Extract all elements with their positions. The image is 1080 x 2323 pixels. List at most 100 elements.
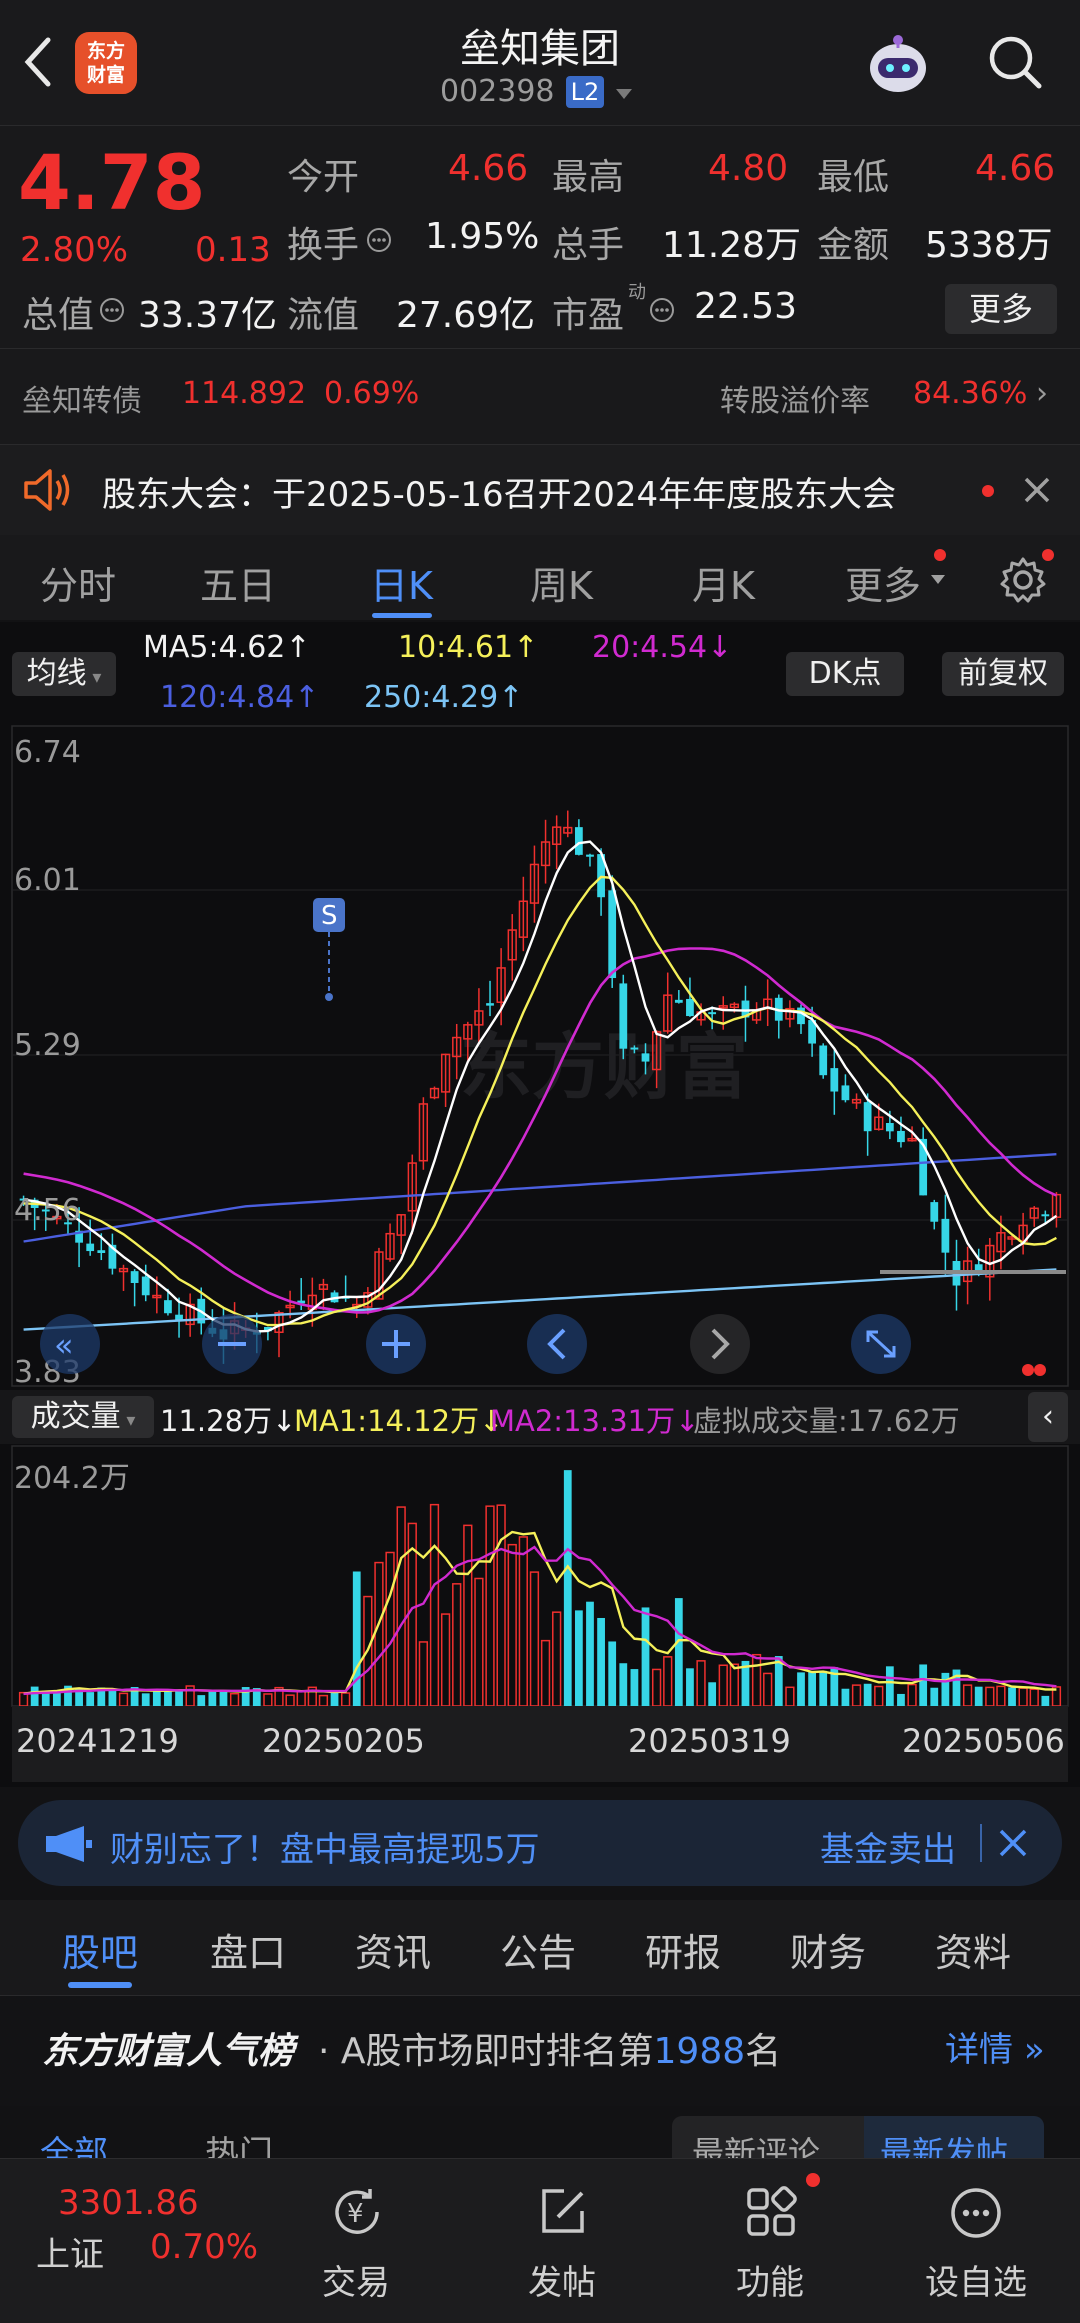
convertible-bond-price: 114.892 <box>182 376 307 411</box>
candle-body <box>619 983 628 1049</box>
candle-body <box>897 1130 905 1143</box>
announcement-bar[interactable]: 股东大会：于2025-05-16召开2024年年度股东大会 <box>0 444 1080 536</box>
promo-action[interactable]: 基金卖出 <box>820 1822 956 1871</box>
tab-forum[interactable]: 股吧 <box>62 1922 138 1977</box>
candle-body <box>941 1218 950 1253</box>
shrink-button[interactable] <box>202 1314 262 1374</box>
nav-add-watchlist[interactable]: 设自选 <box>906 2159 1046 2323</box>
volume-bar <box>874 1685 884 1707</box>
zoom-out-button[interactable]: « <box>40 1314 100 1374</box>
price-adjust-button[interactable]: 前复权 <box>942 652 1064 696</box>
tab-announcements[interactable]: 公告 <box>500 1922 576 1977</box>
volume-ma2: MA2:13.31万↓ <box>490 1404 700 1438</box>
date-tick: 20241219 <box>16 1722 179 1760</box>
index-ticker[interactable]: 3301.86 上证 0.70% <box>0 2159 280 2323</box>
dk-point-button[interactable]: DK点 <box>786 652 904 696</box>
search-icon[interactable] <box>985 32 1045 92</box>
volume-bar <box>686 1668 694 1706</box>
nav-functions[interactable]: 功能 <box>700 2159 840 2323</box>
tab-daily-k[interactable]: 日K <box>370 555 433 610</box>
nav-trade[interactable]: ¥ 交易 <box>286 2159 426 2323</box>
nav-label: 功能 <box>736 2263 804 2303</box>
rank-details-link[interactable]: 详情 » <box>945 2022 1045 2071</box>
float-cap-value: 27.69亿 <box>396 295 536 336</box>
level2-badge[interactable]: L2 <box>566 76 604 108</box>
volume-bar <box>696 1660 706 1707</box>
volume-indicator-selector[interactable]: 成交量 ▾ <box>12 1396 154 1438</box>
info-icon[interactable] <box>365 226 393 258</box>
candlestick-chart[interactable]: 东方财富 S 6.74 6.01 5.29 4.56 3.83 « <box>0 722 1080 1392</box>
candle-body <box>141 1276 150 1296</box>
candle-body <box>930 1202 939 1222</box>
volume-bar <box>763 1672 773 1707</box>
volume-bar <box>851 1684 862 1707</box>
candle-body <box>586 854 594 857</box>
fullscreen-icon[interactable] <box>851 1314 911 1374</box>
more-quote-button[interactable]: 更多 <box>945 284 1057 334</box>
close-icon[interactable] <box>1022 475 1052 509</box>
divider <box>980 1824 982 1862</box>
volume-bar <box>474 1577 484 1707</box>
tab-research[interactable]: 研报 <box>645 1922 721 1977</box>
chevron-left-icon[interactable]: ‹ <box>1028 1392 1068 1442</box>
market-cap-label: 总值 <box>22 295 95 336</box>
volume-bar <box>619 1663 628 1706</box>
rank-prefix: · A股市场即时排名第 <box>318 2031 654 2072</box>
high-value: 4.80 <box>708 148 789 189</box>
dropdown-caret-icon[interactable] <box>614 86 634 105</box>
tab-more[interactable]: 更多 <box>845 555 921 610</box>
sell-signal-marker[interactable]: S <box>313 898 345 1001</box>
volume-bar <box>485 1505 495 1707</box>
volume-bar <box>341 1692 351 1707</box>
volume-current: 11.28万↓ <box>160 1404 297 1438</box>
candle-body <box>686 998 694 1017</box>
chevron-left-icon[interactable] <box>527 1314 587 1374</box>
volume-bar <box>463 1524 473 1707</box>
volume-bar <box>229 1692 240 1707</box>
tab-monthly-k[interactable]: 月K <box>692 555 755 610</box>
robot-assistant-icon[interactable] <box>862 28 934 100</box>
info-icon[interactable] <box>648 296 676 328</box>
tab-financials[interactable]: 财务 <box>790 1922 866 1977</box>
volume-bar <box>86 1692 95 1706</box>
virtual-volume: 虚拟成交量:17.62万 <box>693 1404 960 1438</box>
volume-bar <box>219 1691 228 1706</box>
info-icon[interactable] <box>98 296 126 328</box>
nav-label: 交易 <box>322 2263 390 2303</box>
chevron-right-icon[interactable] <box>690 1314 750 1374</box>
promo-banner[interactable]: 财别忘了！盘中最高提现5万 基金卖出 <box>18 1800 1062 1886</box>
ma-selector[interactable]: 均线 ▾ <box>12 652 116 696</box>
volume-bar <box>418 1641 429 1707</box>
tab-intraday[interactable]: 分时 <box>40 555 116 610</box>
volume-bar <box>518 1536 528 1707</box>
nav-post[interactable]: 发帖 <box>492 2159 632 2323</box>
tab-order-book[interactable]: 盘口 <box>210 1922 286 1977</box>
chevron-right-icon[interactable]: › <box>1036 376 1048 411</box>
volume-bar <box>285 1694 295 1707</box>
price-tick: 4.56 <box>14 1193 81 1228</box>
close-icon[interactable] <box>998 1828 1028 1862</box>
tab-news[interactable]: 资讯 <box>355 1922 431 1977</box>
ma250-value: 250:4.29↑ <box>364 680 524 715</box>
rank-suffix: 名 <box>745 2031 782 2072</box>
volume-bar <box>1041 1695 1050 1706</box>
price-tick: 5.29 <box>14 1028 81 1063</box>
volume-chart[interactable]: 204.2万 20241219 20250205 20250319 202505… <box>0 1444 1080 1784</box>
volume-bar <box>263 1693 273 1707</box>
convertible-bond-name[interactable]: 垒知转债 <box>22 376 142 420</box>
premium-rate-value: 84.36% <box>913 376 1028 411</box>
tab-profile[interactable]: 资料 <box>935 1922 1011 1977</box>
ma10-value: 10:4.61↑ <box>398 630 539 665</box>
volume-bar <box>985 1686 995 1707</box>
change-percent: 2.80% <box>20 230 129 270</box>
volume-bar <box>718 1664 728 1707</box>
tab-weekly-k[interactable]: 周K <box>530 555 593 610</box>
tab-5day[interactable]: 五日 <box>200 555 276 610</box>
ma20-value: 20:4.54↓ <box>592 630 733 665</box>
volume-bar <box>440 1613 451 1707</box>
zoom-in-button[interactable] <box>366 1314 426 1374</box>
volume-bar <box>496 1504 506 1707</box>
gear-icon[interactable] <box>998 555 1048 609</box>
rank-number: 1988 <box>653 2031 746 2072</box>
popularity-rank-bar[interactable]: 东方财富人气榜 · A股市场即时排名第1988名 详情 » <box>0 1996 1080 2106</box>
